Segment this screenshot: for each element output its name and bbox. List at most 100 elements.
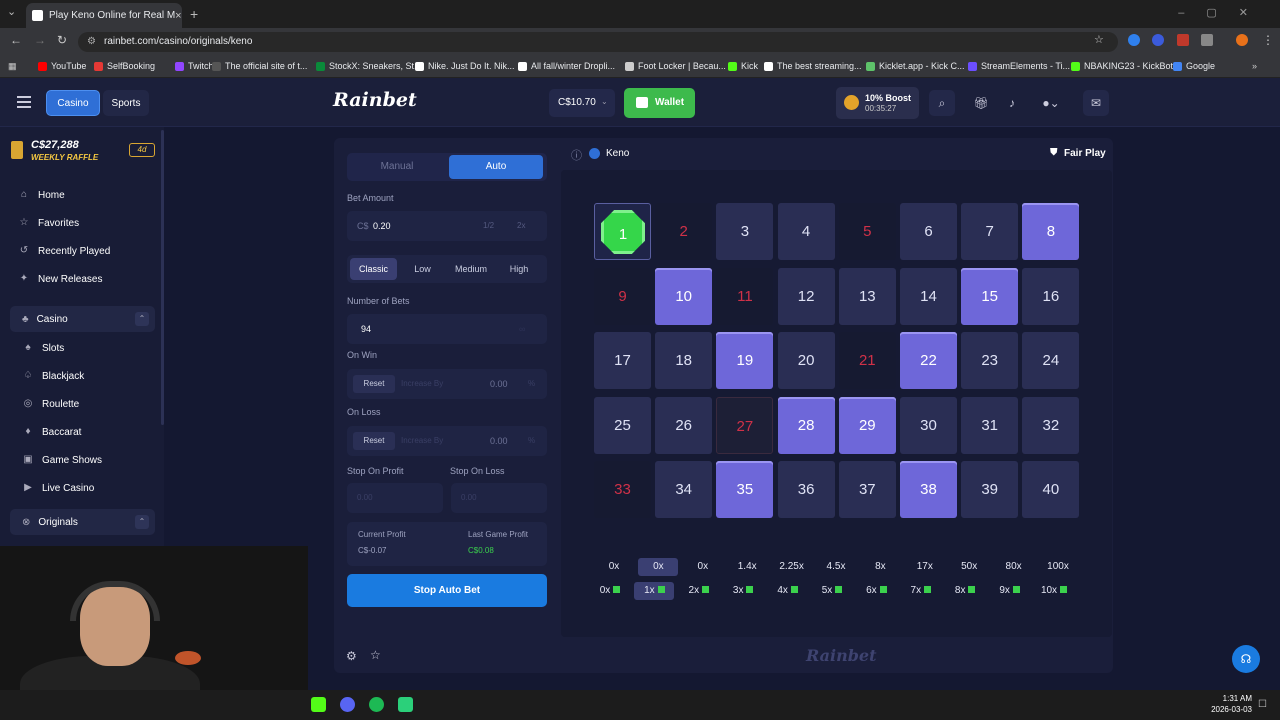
- keno-tile[interactable]: 39: [961, 461, 1019, 518]
- sidebar-scrollbar[interactable]: [161, 130, 164, 425]
- chevron-up-icon[interactable]: ⌃: [135, 312, 149, 326]
- close-tab-icon[interactable]: ×: [175, 10, 181, 22]
- keno-tile[interactable]: 4: [777, 203, 835, 260]
- settings-icon[interactable]: ⚙: [346, 649, 357, 663]
- keno-tile[interactable]: 10: [655, 267, 713, 325]
- keno-tile[interactable]: 28: [777, 396, 835, 454]
- sidebar-item-baccarat[interactable]: ♦ Baccarat: [22, 422, 162, 442]
- keno-tile[interactable]: 3: [716, 203, 774, 260]
- keno-tile[interactable]: 14: [900, 267, 957, 325]
- reload-icon[interactable]: ↻: [57, 33, 67, 47]
- wallet-button[interactable]: Wallet: [624, 88, 695, 118]
- fair-play-link[interactable]: Fair Play: [1064, 148, 1106, 159]
- bookmark-item[interactable]: Nike. Just Do It. Nik...: [415, 61, 515, 71]
- keno-tile[interactable]: 31: [961, 396, 1019, 454]
- sports-tab[interactable]: Sports: [103, 90, 149, 116]
- on-win-increase-label[interactable]: Increase By: [401, 379, 443, 388]
- keno-tile[interactable]: 5: [838, 203, 896, 260]
- keno-tile[interactable]: 1: [594, 203, 651, 260]
- sidebar-item-roulette[interactable]: ◎ Roulette: [22, 394, 162, 414]
- on-loss-increase-label[interactable]: Increase By: [401, 436, 443, 445]
- keno-tile[interactable]: 21: [838, 332, 896, 389]
- stop-auto-bet-button[interactable]: Stop Auto Bet: [347, 574, 547, 607]
- user-menu-icon[interactable]: ●⌄: [1032, 90, 1070, 116]
- rainbet-logo[interactable]: Rainbet: [333, 89, 417, 111]
- window-controls[interactable]: –▢✕: [1178, 6, 1270, 19]
- bookmark-item[interactable]: YouTube: [38, 61, 86, 71]
- tab-search-icon[interactable]: ⌄: [7, 5, 16, 18]
- on-loss-reset-button[interactable]: Reset: [353, 432, 395, 450]
- sidebar-item-blackjack[interactable]: ♤ Blackjack: [22, 366, 162, 386]
- risk-classic-button[interactable]: Classic: [350, 258, 397, 280]
- balance-selector[interactable]: C$10.70 ⌄: [549, 89, 615, 117]
- keno-tile[interactable]: 23: [961, 332, 1019, 389]
- bookmark-item[interactable]: StockX: Sneakers, St...: [316, 61, 422, 71]
- keno-tile[interactable]: 12: [777, 267, 835, 325]
- bookmark-item[interactable]: Twitch: [175, 61, 214, 71]
- keno-tile[interactable]: 2: [655, 203, 713, 260]
- sidebar-item-slots[interactable]: ♠ Slots: [22, 338, 162, 358]
- kick-app-icon[interactable]: [311, 697, 326, 712]
- sidebar-item-favorites[interactable]: ☆ Favorites: [18, 213, 158, 233]
- on-win-reset-button[interactable]: Reset: [353, 375, 395, 393]
- keno-tile[interactable]: 24: [1022, 332, 1080, 389]
- extension-icon[interactable]: [1152, 34, 1164, 46]
- boost-badge[interactable]: 10% Boost 00:35:27: [836, 87, 919, 119]
- bookmark-item[interactable]: Google: [1173, 61, 1215, 71]
- keno-tile[interactable]: 7: [961, 203, 1019, 260]
- keno-tile[interactable]: 22: [900, 332, 957, 389]
- on-loss-value[interactable]: 0.00: [490, 436, 508, 446]
- apps-grid-icon[interactable]: ▦: [8, 61, 17, 72]
- bookmark-item[interactable]: StreamElements - Ti...: [968, 61, 1070, 71]
- stop-on-profit-input[interactable]: 0.00: [347, 483, 443, 513]
- sidebar-item-game-shows[interactable]: ▣ Game Shows: [22, 450, 162, 470]
- keno-tile[interactable]: 33: [594, 461, 651, 518]
- manual-mode-button[interactable]: Manual: [349, 155, 445, 179]
- sidebar-item-home[interactable]: ⌂ Home: [18, 185, 158, 205]
- sidebar-group-originals[interactable]: ⊗ Originals ⌃: [10, 509, 155, 535]
- keno-tile[interactable]: 25: [594, 396, 651, 454]
- keno-tile[interactable]: 15: [961, 267, 1019, 325]
- app-icon[interactable]: [398, 697, 413, 712]
- keno-tile[interactable]: 19: [716, 332, 774, 389]
- keno-tile[interactable]: 38: [900, 461, 957, 518]
- profile-avatar-icon[interactable]: [1236, 34, 1248, 46]
- keno-tile[interactable]: 11: [716, 267, 774, 325]
- bell-icon[interactable]: ♪: [999, 90, 1025, 116]
- bookmark-item[interactable]: Kick: [728, 61, 758, 71]
- search-icon[interactable]: ⌕: [929, 90, 955, 116]
- keno-tile[interactable]: 29: [838, 396, 896, 454]
- keno-tile[interactable]: 32: [1022, 396, 1080, 454]
- keno-tile[interactable]: 26: [655, 396, 713, 454]
- sidebar-item-new-releases[interactable]: ✦ New Releases: [18, 269, 158, 289]
- spotify-icon[interactable]: [369, 697, 384, 712]
- more-bookmarks-icon[interactable]: »: [1252, 61, 1257, 71]
- keno-tile[interactable]: 40: [1022, 461, 1080, 518]
- keno-tile[interactable]: 20: [777, 332, 835, 389]
- menu-icon[interactable]: [17, 96, 31, 108]
- bookmark-item[interactable]: All fall/winter Dropli...: [518, 61, 615, 71]
- keno-tile[interactable]: 27: [716, 396, 774, 454]
- forward-icon[interactable]: →: [34, 33, 46, 47]
- notification-icon[interactable]: ☐: [1258, 699, 1267, 710]
- site-info-icon[interactable]: ⚙: [87, 36, 96, 47]
- sidebar-item-live-casino[interactable]: ▶ Live Casino: [22, 478, 162, 498]
- gift-icon[interactable]: 🎁︎: [968, 90, 994, 116]
- keno-tile[interactable]: 34: [655, 461, 713, 518]
- keno-tile[interactable]: 35: [716, 461, 774, 518]
- double-bet-button[interactable]: 2x: [517, 221, 525, 230]
- infinity-icon[interactable]: ∞: [519, 324, 525, 334]
- keno-tile[interactable]: 16: [1022, 267, 1080, 325]
- keno-tile[interactable]: 6: [900, 203, 957, 260]
- back-icon[interactable]: ←: [10, 33, 22, 47]
- sidebar-item-recently-played[interactable]: ↺ Recently Played: [18, 241, 158, 261]
- sidebar-group-casino[interactable]: ♣ Casino ⌃: [10, 306, 155, 332]
- bookmark-item[interactable]: The best streaming...: [764, 61, 862, 71]
- support-headset-icon[interactable]: ☊: [1232, 645, 1260, 673]
- bookmark-star-icon[interactable]: ☆: [1094, 33, 1104, 46]
- keno-tile[interactable]: 17: [594, 332, 651, 389]
- casino-tab[interactable]: Casino: [46, 90, 100, 116]
- chevron-up-icon[interactable]: ⌃: [135, 515, 149, 529]
- url-field[interactable]: ⚙ rainbet.com/casino/originals/keno: [78, 32, 1118, 52]
- risk-low-button[interactable]: Low: [401, 258, 444, 280]
